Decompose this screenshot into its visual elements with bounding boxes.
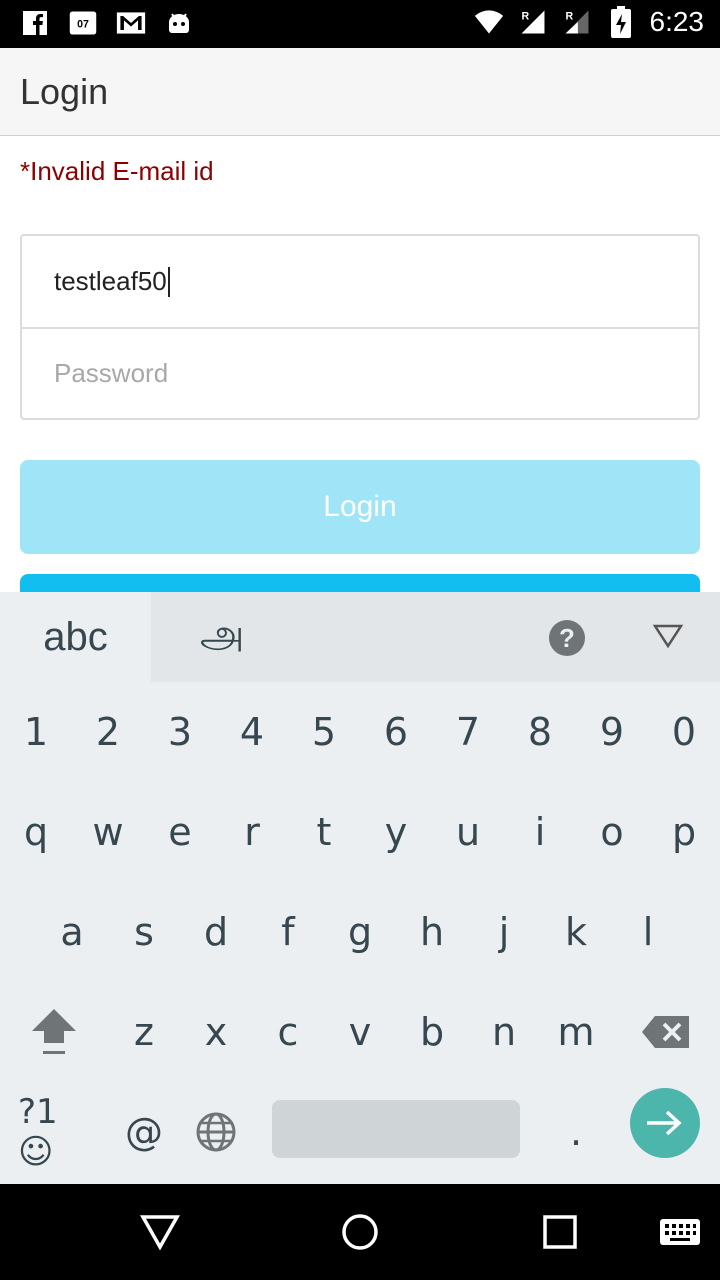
symbols-key[interactable]: ?1☺: [18, 1082, 90, 1182]
language-globe-key[interactable]: [180, 1082, 252, 1182]
clock: 6:23: [649, 6, 705, 37]
keyboard-tab-tamil[interactable]: அ: [200, 612, 244, 662]
key-a[interactable]: a: [36, 882, 108, 982]
key-b[interactable]: b: [396, 982, 468, 1082]
key-g[interactable]: g: [324, 882, 396, 982]
navigation-bar: [0, 1184, 720, 1280]
key-x[interactable]: x: [180, 982, 252, 1082]
key-0[interactable]: 0: [648, 682, 720, 782]
status-bar: 07 R R 6:23: [0, 0, 720, 48]
wifi-icon: [474, 7, 504, 37]
globe-icon: [196, 1112, 236, 1152]
login-button[interactable]: Login: [20, 460, 700, 554]
back-icon[interactable]: [136, 1208, 184, 1256]
login-button-label: Login: [323, 490, 397, 523]
keyboard-row-a: a s d f g h j k l: [0, 882, 720, 982]
email-field-value: testleaf50: [54, 266, 167, 296]
key-3[interactable]: 3: [144, 682, 216, 782]
key-z[interactable]: z: [108, 982, 180, 1082]
shift-key[interactable]: [18, 982, 90, 1082]
keyboard-tab-abc[interactable]: abc: [0, 592, 151, 682]
error-message: *Invalid E-mail id: [20, 156, 214, 186]
key-d[interactable]: d: [180, 882, 252, 982]
help-icon[interactable]: ?: [549, 620, 585, 656]
key-q[interactable]: q: [0, 782, 72, 882]
space-key[interactable]: [272, 1100, 520, 1158]
key-o[interactable]: o: [576, 782, 648, 882]
keyboard-row-q: q w e r t y u i o p: [0, 782, 720, 882]
key-t[interactable]: t: [288, 782, 360, 882]
key-j[interactable]: j: [468, 882, 540, 982]
soft-keyboard: abc அ ? 1 2 3 4 5 6 7 8 9 0 q w e r t y …: [0, 592, 720, 1184]
key-w[interactable]: w: [72, 782, 144, 882]
key-y[interactable]: y: [360, 782, 432, 882]
key-8[interactable]: 8: [504, 682, 576, 782]
key-m[interactable]: m: [540, 982, 612, 1082]
email-field[interactable]: testleaf50: [22, 236, 698, 327]
key-2[interactable]: 2: [72, 682, 144, 782]
signal-roaming-icon: R: [562, 7, 592, 37]
home-icon[interactable]: [336, 1208, 384, 1256]
keyboard-number-row: 1 2 3 4 5 6 7 8 9 0: [0, 682, 720, 782]
keyboard-switch-icon[interactable]: [656, 1208, 704, 1256]
period-key[interactable]: .: [540, 1082, 612, 1182]
android-icon: [164, 8, 194, 38]
page-title: Login: [20, 70, 109, 112]
key-e[interactable]: e: [144, 782, 216, 882]
key-4[interactable]: 4: [216, 682, 288, 782]
key-c[interactable]: c: [252, 982, 324, 1082]
key-f[interactable]: f: [252, 882, 324, 982]
arrow-right-icon: [647, 1110, 682, 1136]
login-screen: Login *Invalid E-mail id testleaf50 Pass…: [0, 48, 720, 592]
battery-charging-icon: [606, 6, 636, 38]
key-n[interactable]: n: [468, 982, 540, 1082]
key-1[interactable]: 1: [0, 682, 72, 782]
recents-icon[interactable]: [536, 1208, 584, 1256]
login-form: testleaf50 Password: [20, 234, 700, 420]
key-k[interactable]: k: [540, 882, 612, 982]
key-i[interactable]: i: [504, 782, 576, 882]
password-placeholder: Password: [54, 358, 169, 388]
key-7[interactable]: 7: [432, 682, 504, 782]
secondary-button[interactable]: [20, 574, 700, 592]
backspace-key[interactable]: [630, 982, 702, 1082]
key-h[interactable]: h: [396, 882, 468, 982]
enter-key[interactable]: [630, 1088, 700, 1158]
key-s[interactable]: s: [108, 882, 180, 982]
password-field[interactable]: Password: [22, 327, 698, 418]
collapse-keyboard-icon[interactable]: [652, 622, 684, 655]
svg-text:07: 07: [77, 18, 89, 30]
shift-icon: [32, 1009, 76, 1054]
key-6[interactable]: 6: [360, 682, 432, 782]
key-r[interactable]: r: [216, 782, 288, 882]
keyboard-row-z: z x c v b n m: [0, 982, 720, 1082]
key-u[interactable]: u: [432, 782, 504, 882]
svg-text:R: R: [565, 10, 573, 22]
gmail-icon: [116, 8, 146, 38]
keyboard-language-bar: abc அ ?: [0, 592, 720, 682]
key-v[interactable]: v: [324, 982, 396, 1082]
key-9[interactable]: 9: [576, 682, 648, 782]
at-key[interactable]: @: [108, 1082, 180, 1182]
signal-roaming-icon: R: [518, 7, 548, 37]
svg-text:R: R: [521, 10, 529, 22]
facebook-icon: [20, 8, 50, 38]
text-cursor: [167, 266, 170, 297]
app-header: Login: [0, 48, 720, 136]
key-l[interactable]: l: [612, 882, 684, 982]
key-p[interactable]: p: [648, 782, 720, 882]
backspace-icon: [642, 1016, 689, 1048]
key-5[interactable]: 5: [288, 682, 360, 782]
calendar-app-icon: 07: [68, 8, 98, 38]
